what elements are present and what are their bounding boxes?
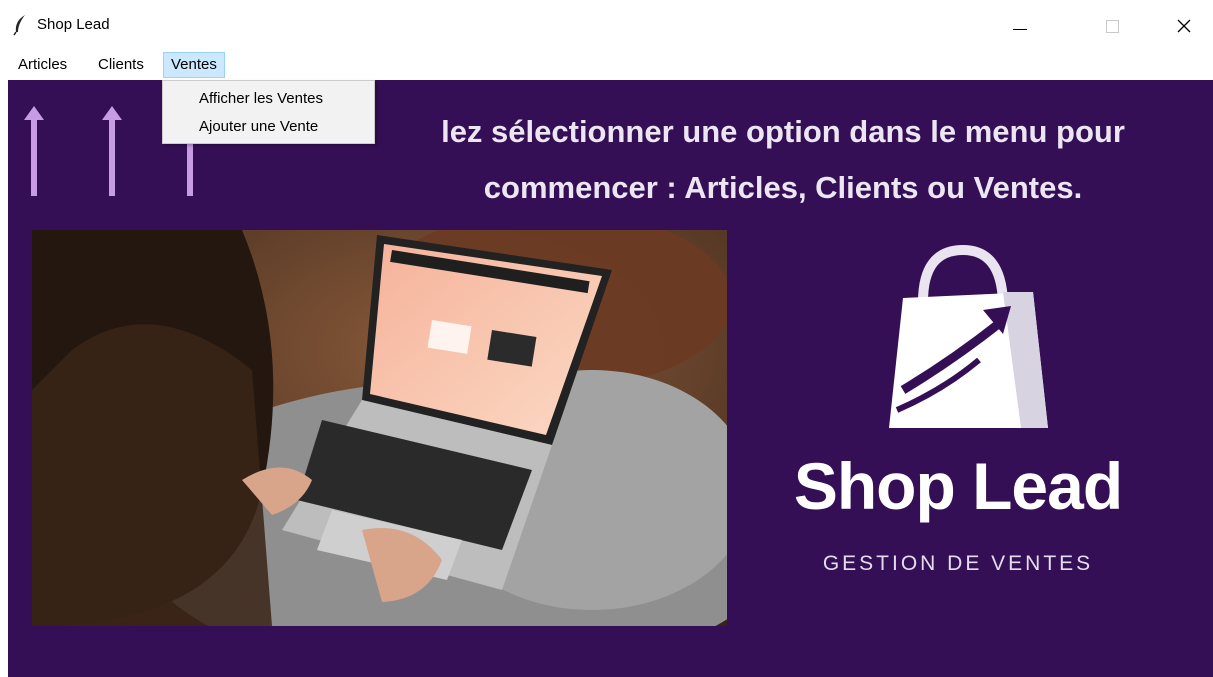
menu-clients[interactable]: Clients (90, 52, 152, 78)
minimize-icon (1013, 28, 1027, 30)
close-button[interactable] (1155, 0, 1213, 52)
menu-bar: Articles Clients Ventes (0, 52, 1213, 78)
brand-tagline: GESTION DE VENTES (822, 552, 1094, 575)
maximize-button[interactable] (1083, 0, 1141, 52)
window-title: Shop Lead (37, 16, 110, 33)
shopping-bag-icon (889, 244, 1048, 428)
instruction-text: lez sélectionner une option dans le menu… (373, 104, 1193, 216)
welcome-panel: lez sélectionner une option dans le menu… (8, 80, 1213, 677)
title-bar: Shop Lead (0, 0, 1213, 52)
laptop-photo (32, 230, 727, 626)
up-arrow-icon (24, 106, 44, 196)
menu-item-ajouter-vente[interactable]: Ajouter une Vente (199, 118, 318, 135)
close-icon (1177, 19, 1191, 33)
menu-item-afficher-ventes[interactable]: Afficher les Ventes (199, 90, 323, 107)
minimize-button[interactable] (991, 0, 1049, 52)
feather-icon (13, 15, 25, 36)
menu-ventes[interactable]: Ventes (163, 52, 225, 78)
instruction-line-2: commencer : Articles, Clients ou Ventes. (483, 170, 1083, 205)
menu-articles[interactable]: Articles (10, 52, 75, 78)
ventes-dropdown: Afficher les Ventes Ajouter une Vente (162, 80, 375, 144)
brand-name: Shop Lead (793, 449, 1123, 523)
maximize-icon (1105, 19, 1119, 33)
instruction-line-1: lez sélectionner une option dans le menu… (441, 114, 1125, 149)
up-arrow-icon (102, 106, 122, 196)
